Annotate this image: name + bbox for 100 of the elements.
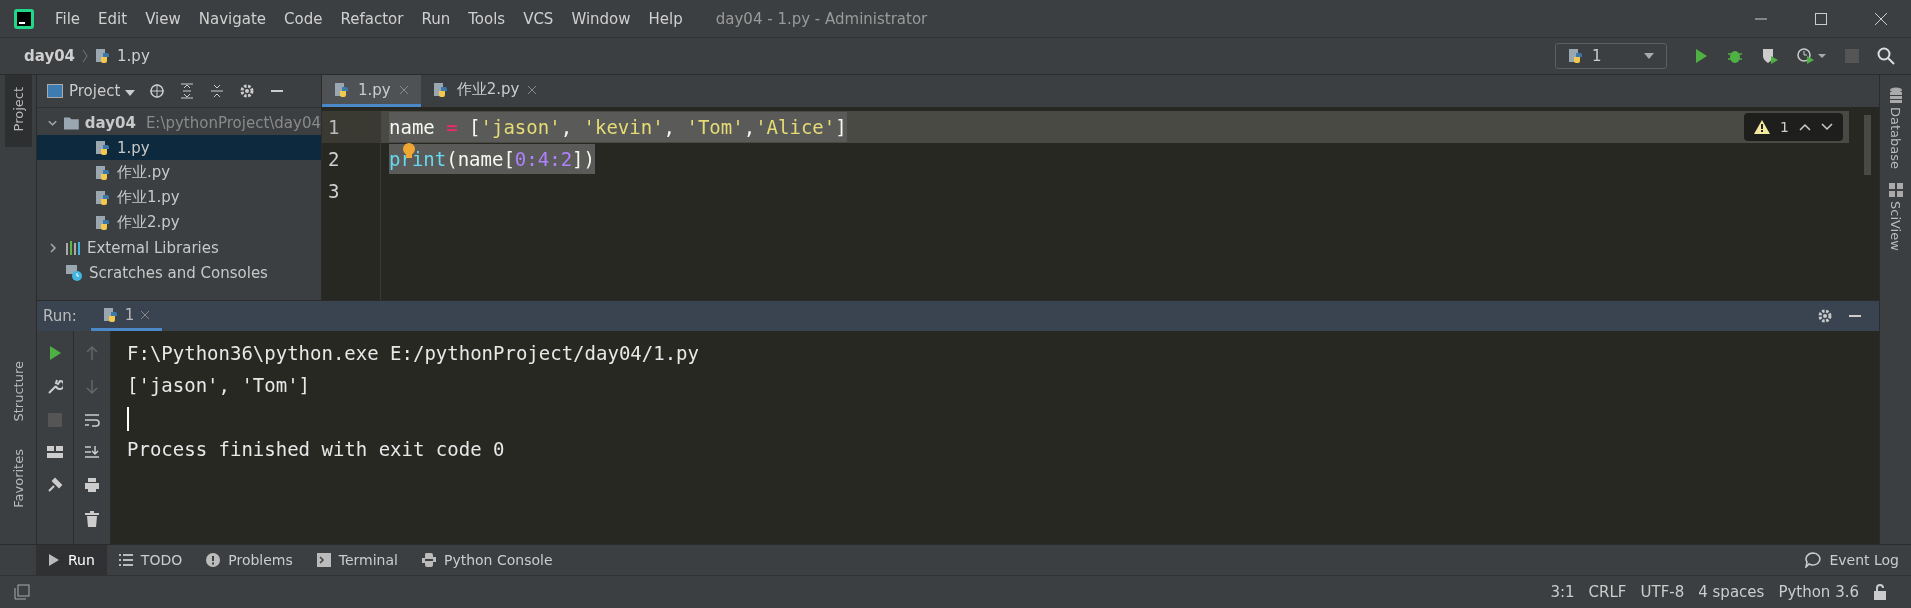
menu-item[interactable]: Help xyxy=(639,9,692,28)
expand-all-icon[interactable] xyxy=(179,83,196,99)
python-file-icon xyxy=(95,48,112,64)
menu-item[interactable]: Refactor xyxy=(331,9,413,28)
tree-item[interactable]: 作业.py xyxy=(37,160,321,185)
scrollbar-thumb[interactable] xyxy=(1864,115,1871,175)
tree-item[interactable]: 1.py xyxy=(37,135,321,160)
menu-item[interactable]: View xyxy=(136,9,190,28)
caret-icon xyxy=(125,90,136,96)
console-line: F:\Python36\python.exe E:/pythonProject/day04/1.py xyxy=(127,341,700,366)
folder-icon xyxy=(64,115,79,130)
padlock-icon[interactable] xyxy=(1873,584,1887,600)
run-icon[interactable] xyxy=(47,345,63,361)
status-item[interactable]: UTF-8 xyxy=(1640,583,1685,601)
tool-window-tab[interactable]: Run xyxy=(36,545,107,575)
python-file-icon xyxy=(334,81,350,98)
tool-window-tab[interactable]: Problems xyxy=(194,545,305,575)
app-logo-icon xyxy=(14,8,34,29)
run-panel-label: Run: xyxy=(43,307,77,325)
status-item[interactable]: CRLF xyxy=(1588,583,1627,601)
menu-item[interactable]: Tools xyxy=(459,9,515,28)
tool-window-tab[interactable]: SciView xyxy=(1888,183,1903,251)
tree-item[interactable]: Scratches and Consoles xyxy=(37,260,321,285)
grid-icon xyxy=(1888,183,1903,198)
python-file-icon xyxy=(95,139,111,156)
python-file-icon xyxy=(1568,48,1584,64)
editor-tab[interactable]: 作业2.py xyxy=(420,75,550,107)
console-line: Process finished with exit code 0 xyxy=(127,437,506,462)
settings-icon[interactable] xyxy=(1817,308,1833,324)
chevron-up-icon[interactable] xyxy=(1799,123,1811,131)
console-line: ['jason', 'Tom'] xyxy=(127,373,312,398)
tree-item[interactable]: 作业2.py xyxy=(37,210,321,235)
tree-item[interactable]: External Libraries xyxy=(37,235,321,260)
shield-play-icon[interactable] xyxy=(1761,48,1779,64)
trash-icon[interactable] xyxy=(85,511,99,527)
crosshair-icon[interactable] xyxy=(149,83,166,99)
menu-item[interactable]: VCS xyxy=(514,9,563,28)
close-icon[interactable] xyxy=(1874,11,1888,26)
event-log-button[interactable]: Event Log xyxy=(1793,545,1911,575)
run-icon[interactable] xyxy=(1693,48,1709,64)
menu-item[interactable]: Edit xyxy=(89,9,137,28)
line-number: 3 xyxy=(327,179,341,204)
close-icon[interactable] xyxy=(527,84,538,95)
chevron-down-icon[interactable] xyxy=(1821,123,1833,131)
python-file-icon xyxy=(102,306,119,323)
window-icon xyxy=(47,84,63,98)
chevron-icon xyxy=(81,48,90,64)
inspection-widget[interactable]: 1 xyxy=(1744,113,1843,141)
breadcrumb-item[interactable]: 1.py xyxy=(117,47,150,65)
tool-window-tab[interactable]: Python Console xyxy=(409,545,565,575)
chevron-right-icon[interactable] xyxy=(47,241,59,254)
python-file-icon xyxy=(95,214,111,231)
menu-item[interactable]: File xyxy=(46,9,90,28)
menu-item[interactable]: Run xyxy=(412,9,460,28)
scroll-to-end-icon[interactable] xyxy=(84,445,100,459)
exclamation-icon xyxy=(206,553,221,567)
tree-item[interactable]: 作业1.py xyxy=(37,185,321,210)
python-file-icon xyxy=(95,189,111,206)
caret-icon xyxy=(1644,53,1654,59)
menu-item[interactable]: Navigate xyxy=(189,9,276,28)
python-file-icon xyxy=(95,164,111,181)
code-line: print(name[0:4:2]) xyxy=(381,143,1849,175)
library-icon xyxy=(65,240,81,255)
tool-window-tab[interactable]: Favorites xyxy=(4,437,32,524)
breadcrumb-item[interactable]: day04 xyxy=(24,47,76,65)
window-title: day04 - 1.py - Administrator xyxy=(715,9,928,28)
speech-bubble-icon xyxy=(1805,552,1822,568)
search-icon[interactable] xyxy=(1877,47,1895,65)
status-item[interactable]: Python 3.6 xyxy=(1778,583,1859,601)
warning-icon xyxy=(1754,120,1771,134)
text-cursor xyxy=(127,406,129,431)
editor-tab[interactable]: 1.py xyxy=(322,75,421,107)
soft-wrap-icon[interactable] xyxy=(84,413,100,427)
bug-icon[interactable] xyxy=(1727,48,1743,64)
wrench-icon[interactable] xyxy=(47,379,63,395)
tool-window-tab[interactable]: TODO xyxy=(106,545,195,575)
python-file-icon xyxy=(432,81,449,98)
tool-window-tab[interactable]: Structure xyxy=(4,348,32,438)
panel-toggle-icon[interactable] xyxy=(14,584,30,600)
run-configuration-dropdown[interactable]: 1 xyxy=(1555,43,1667,69)
menu-item[interactable]: Code xyxy=(275,9,332,28)
line-number: 2 xyxy=(327,147,341,172)
project-view-dropdown[interactable]: Project xyxy=(69,82,136,100)
tool-window-tab[interactable]: Database xyxy=(1888,87,1903,170)
scratches-icon xyxy=(65,263,83,282)
tool-window-tab[interactable]: Terminal xyxy=(304,545,410,575)
status-item[interactable]: 3:1 xyxy=(1550,583,1575,601)
list-icon xyxy=(118,554,133,566)
database-icon xyxy=(1888,87,1903,103)
tool-window-tab[interactable]: Project xyxy=(4,75,32,148)
tree-item[interactable]: day04 E:\pythonProject\day04 xyxy=(37,110,321,135)
settings-icon[interactable] xyxy=(239,83,256,99)
maximize-icon[interactable] xyxy=(1814,11,1828,26)
printer-icon[interactable] xyxy=(84,477,100,493)
clock-play-icon[interactable] xyxy=(1797,48,1827,64)
layout-icon[interactable] xyxy=(47,445,63,459)
status-item[interactable]: 4 spaces xyxy=(1698,583,1765,601)
close-icon[interactable] xyxy=(140,309,151,320)
collapse-all-icon[interactable] xyxy=(209,83,226,99)
menu-item[interactable]: Window xyxy=(562,9,640,28)
